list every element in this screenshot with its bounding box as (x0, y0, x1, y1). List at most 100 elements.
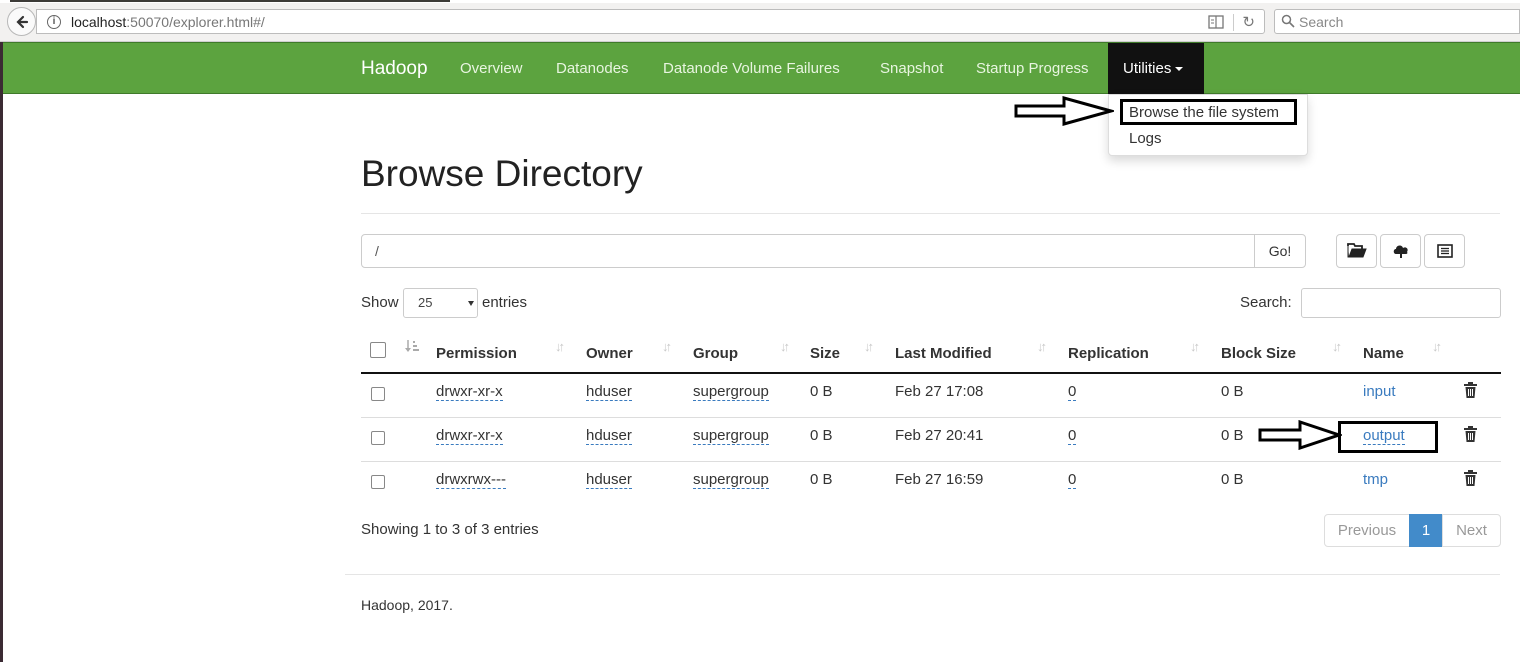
search-placeholder: Search (1299, 14, 1344, 30)
info-icon[interactable]: i (47, 15, 61, 29)
upload-button[interactable] (1380, 234, 1421, 268)
sort-icon[interactable]: ↓↑ (1332, 339, 1342, 354)
sort-icon[interactable]: ↓↑ (555, 339, 565, 354)
reload-icon[interactable]: ↻ (1242, 13, 1255, 31)
window-tab-strip (10, 0, 450, 2)
table-info: Showing 1 to 3 of 3 entries (361, 521, 539, 538)
browser-toolbar: i localhost:50070/explorer.html#/ ↻ Sear… (0, 0, 1520, 42)
url-text: localhost:50070/explorer.html#/ (71, 14, 265, 30)
cell-group[interactable]: supergroup (693, 471, 769, 489)
select-all-checkbox[interactable] (370, 342, 386, 358)
column-group[interactable]: Group (693, 345, 738, 362)
row-divider (361, 461, 1501, 462)
sort-icon[interactable]: ↓↑ (780, 339, 790, 354)
cell-last-modified: Feb 27 16:59 (895, 471, 984, 488)
table-search-input[interactable] (1301, 288, 1501, 318)
entries-per-page-select[interactable]: 25 (403, 288, 478, 318)
utilities-label: Utilities (1123, 60, 1172, 77)
table-header-divider (361, 372, 1501, 374)
back-button[interactable] (7, 7, 36, 36)
column-name[interactable]: Name (1363, 345, 1404, 362)
menu-item-logs[interactable]: Logs (1129, 130, 1162, 147)
column-last-modified[interactable]: Last Modified (895, 345, 992, 362)
cell-owner[interactable]: hduser (586, 383, 632, 401)
caret-down-icon (1175, 67, 1184, 72)
cell-owner[interactable]: hduser (586, 471, 632, 489)
cell-replication[interactable]: 0 (1068, 471, 1077, 489)
cell-block-size: 0 B (1221, 383, 1244, 400)
entries-label: entries (482, 294, 528, 311)
directory-path-input[interactable]: / (361, 234, 1255, 268)
table-search-label: Search: (1240, 294, 1292, 311)
row-checkbox[interactable] (371, 475, 385, 489)
entries-value: 25 (418, 295, 433, 310)
trash-icon[interactable] (1464, 470, 1477, 486)
cell-block-size: 0 B (1221, 471, 1244, 488)
nav-startup-progress[interactable]: Startup Progress (976, 60, 1089, 77)
list-alt-icon (1436, 244, 1453, 258)
cell-permission[interactable]: drwxr-xr-x (436, 383, 503, 401)
address-bar[interactable]: i localhost:50070/explorer.html#/ ↻ (36, 9, 1265, 34)
highlight-box-output (1338, 421, 1438, 453)
previous-button[interactable]: Previous (1324, 514, 1410, 547)
cell-owner[interactable]: hduser (586, 427, 632, 445)
sort-icon[interactable]: ↓↑ (662, 339, 672, 354)
nav-datanode-volume-failures[interactable]: Datanode Volume Failures (663, 60, 840, 77)
page-1-button[interactable]: 1 (1409, 514, 1443, 547)
go-button[interactable]: Go! (1254, 234, 1306, 268)
highlight-box-browse (1120, 99, 1297, 125)
sort-icon[interactable]: ↓↑ (1432, 339, 1442, 354)
navbar-brand[interactable]: Hadoop (361, 58, 428, 80)
column-permission[interactable]: Permission (436, 345, 517, 362)
sort-asc-icon[interactable] (405, 339, 419, 353)
column-size[interactable]: Size (810, 345, 840, 362)
reader-view-icon[interactable] (1208, 15, 1224, 29)
sort-icon[interactable]: ↓↑ (1037, 339, 1047, 354)
create-directory-button[interactable] (1336, 234, 1377, 268)
select-arrow-icon (468, 301, 474, 306)
annotation-arrow-icon (1258, 420, 1342, 450)
cell-replication[interactable]: 0 (1068, 383, 1077, 401)
column-owner[interactable]: Owner (586, 345, 633, 362)
column-replication[interactable]: Replication (1068, 345, 1149, 362)
row-divider (361, 417, 1501, 418)
urlbar-separator (1233, 14, 1234, 31)
cloud-upload-icon (1393, 245, 1408, 258)
footer-text: Hadoop, 2017. (361, 597, 453, 613)
cell-block-size: 0 B (1221, 427, 1244, 444)
row-checkbox[interactable] (371, 387, 385, 401)
nav-utilities-dropdown[interactable]: Utilities (1108, 43, 1204, 94)
nav-snapshot[interactable]: Snapshot (880, 60, 943, 77)
nav-overview[interactable]: Overview (460, 60, 523, 77)
page-title: Browse Directory (361, 153, 643, 194)
annotation-arrow-icon (1014, 96, 1114, 126)
divider (361, 213, 1500, 214)
file-link-input[interactable]: input (1363, 383, 1396, 400)
cell-last-modified: Feb 27 20:41 (895, 427, 984, 444)
cell-last-modified: Feb 27 17:08 (895, 383, 984, 400)
show-label: Show (361, 294, 399, 311)
footer-divider (345, 574, 1500, 575)
row-checkbox[interactable] (371, 431, 385, 445)
trash-icon[interactable] (1464, 426, 1477, 442)
browser-search-bar[interactable]: Search (1274, 9, 1520, 34)
column-block-size[interactable]: Block Size (1221, 345, 1296, 362)
cell-permission[interactable]: drwxr-xr-x (436, 427, 503, 445)
back-arrow-icon (15, 15, 28, 28)
cell-size: 0 B (810, 383, 833, 400)
search-icon (1281, 14, 1295, 28)
cell-size: 0 B (810, 471, 833, 488)
cell-group[interactable]: supergroup (693, 427, 769, 445)
cell-size: 0 B (810, 427, 833, 444)
trash-icon[interactable] (1464, 382, 1477, 398)
sort-icon[interactable]: ↓↑ (864, 339, 874, 354)
sort-icon[interactable]: ↓↑ (1190, 339, 1200, 354)
folder-open-icon (1346, 243, 1367, 258)
cell-group[interactable]: supergroup (693, 383, 769, 401)
cell-permission[interactable]: drwxrwx--- (436, 471, 506, 489)
cell-replication[interactable]: 0 (1068, 427, 1077, 445)
nav-datanodes[interactable]: Datanodes (556, 60, 629, 77)
cut-paste-button[interactable] (1424, 234, 1465, 268)
next-button[interactable]: Next (1442, 514, 1501, 547)
file-link-tmp[interactable]: tmp (1363, 471, 1388, 488)
